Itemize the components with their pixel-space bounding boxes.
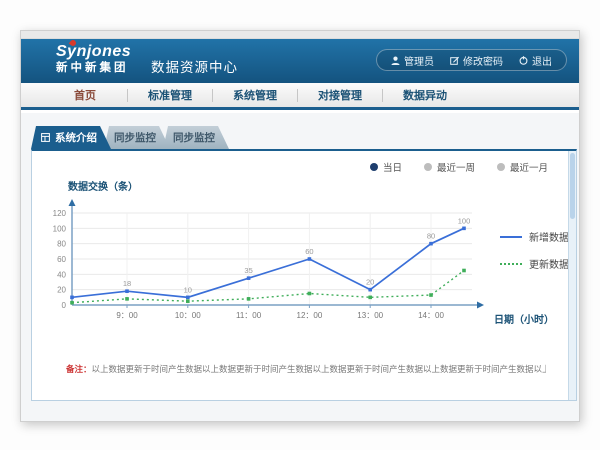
svg-text:10: 10 xyxy=(184,285,192,294)
legend-label: 更新数据 xyxy=(529,256,569,271)
legend-item-update-data: 更新数据 xyxy=(500,256,569,271)
svg-text:80: 80 xyxy=(427,232,435,241)
svg-text:60: 60 xyxy=(305,247,313,256)
desktop-background: Synjones 新中新集团 数据资源中心 管理员 修改密码 退出 xyxy=(0,0,600,450)
change-password-button[interactable]: 修改密码 xyxy=(450,53,503,68)
svg-text:35: 35 xyxy=(244,266,252,275)
svg-text:14：00: 14：00 xyxy=(418,311,444,320)
tab-sync-monitor-1[interactable]: 同步监控 xyxy=(104,126,170,149)
logout-label: 退出 xyxy=(532,53,552,68)
form-icon xyxy=(41,133,50,142)
edit-icon xyxy=(450,56,459,65)
legend-label: 新增数据 xyxy=(529,229,569,244)
nav-item-standard-mgmt[interactable]: 标准管理 xyxy=(128,87,212,103)
svg-text:13：00: 13：00 xyxy=(357,311,383,320)
app-window: Synjones 新中新集团 数据资源中心 管理员 修改密码 退出 xyxy=(20,30,580,422)
svg-text:40: 40 xyxy=(57,270,66,279)
svg-text:0: 0 xyxy=(62,301,67,310)
note-text: 以上数据更新于时间产生数据以上数据更新于时间产生数据以上数据更新于时间产生数据以… xyxy=(92,364,546,374)
brand-logo: Synjones 新中新集团 xyxy=(56,43,131,74)
nav-item-integration-mgmt[interactable]: 对接管理 xyxy=(298,87,382,103)
nav-item-system-mgmt[interactable]: 系统管理 xyxy=(213,87,297,103)
svg-text:10：00: 10：00 xyxy=(175,311,201,320)
tab-label: 系统介绍 xyxy=(55,130,97,145)
change-password-label: 修改密码 xyxy=(463,53,503,68)
svg-text:20: 20 xyxy=(57,286,66,295)
tab-label: 同步监控 xyxy=(114,130,156,145)
svg-text:80: 80 xyxy=(57,240,66,249)
radio-last-week[interactable]: 最近一周 xyxy=(424,160,475,174)
user-name-label: 管理员 xyxy=(404,53,434,68)
radio-last-month[interactable]: 最近一月 xyxy=(497,160,548,174)
legend-line-swatch xyxy=(500,236,522,238)
note-label: 备注： xyxy=(66,364,92,374)
main-nav: 首页 标准管理 系统管理 对接管理 数据异动 xyxy=(21,83,579,110)
current-user[interactable]: 管理员 xyxy=(391,53,434,68)
svg-text:100: 100 xyxy=(458,216,471,225)
radio-dot-icon xyxy=(370,163,378,171)
chart-legend: 新增数据 更新数据 xyxy=(500,229,569,271)
svg-text:18: 18 xyxy=(123,279,131,288)
user-menu: 管理员 修改密码 退出 xyxy=(376,49,567,71)
user-icon xyxy=(391,56,400,65)
power-icon xyxy=(519,56,528,65)
content-area: 系统介绍 同步监控 同步监控 当日 最近一周 xyxy=(21,113,579,421)
tab-label: 同步监控 xyxy=(173,130,215,145)
svg-text:60: 60 xyxy=(57,255,66,264)
line-chart: 0 20 40 60 80 100 120 9：00 10：00 11：00 12：00 13：00 1… xyxy=(38,195,488,327)
app-header: Synjones 新中新集团 数据资源中心 管理员 修改密码 退出 xyxy=(21,39,579,83)
radio-label: 最近一周 xyxy=(437,160,475,174)
legend-item-new-data: 新增数据 xyxy=(500,229,569,244)
radio-dot-icon xyxy=(424,163,432,171)
svg-text:9：00: 9：00 xyxy=(116,311,138,320)
tab-sync-monitor-2[interactable]: 同步监控 xyxy=(163,126,229,149)
nav-item-data-changes[interactable]: 数据异动 xyxy=(383,87,467,103)
logo-subtitle: 新中新集团 xyxy=(56,62,131,75)
footer-note: 备注：以上数据更新于时间产生数据以上数据更新于时间产生数据以上数据更新于时间产生… xyxy=(66,363,546,375)
scrollbar-thumb[interactable] xyxy=(570,153,575,219)
logo-text: Synjones xyxy=(56,43,131,60)
panel-scrollbar[interactable] xyxy=(568,151,576,400)
chart-panel: 当日 最近一周 最近一月 数据交换（条） 0 20 40 60 80 100 120 9：00… xyxy=(31,149,577,401)
svg-text:100: 100 xyxy=(53,224,67,233)
radio-today[interactable]: 当日 xyxy=(370,160,402,174)
y-axis-title: 数据交换（条） xyxy=(68,178,138,193)
legend-dotted-swatch xyxy=(500,263,522,265)
svg-text:120: 120 xyxy=(53,209,67,218)
x-axis-title: 日期（小时） xyxy=(494,311,554,326)
svg-text:11：00: 11：00 xyxy=(236,311,262,320)
nav-item-home[interactable]: 首页 xyxy=(43,87,127,103)
window-top-strip xyxy=(21,31,579,39)
svg-text:12：00: 12：00 xyxy=(297,311,323,320)
logout-button[interactable]: 退出 xyxy=(519,53,552,68)
tab-system-intro[interactable]: 系统介绍 xyxy=(31,126,111,149)
svg-text:20: 20 xyxy=(366,278,374,287)
page-title: 数据资源中心 xyxy=(151,56,238,76)
tab-bar: 系统介绍 同步监控 同步监控 xyxy=(31,126,222,149)
radio-label: 最近一月 xyxy=(510,160,548,174)
radio-label: 当日 xyxy=(383,160,402,174)
radio-dot-icon xyxy=(497,163,505,171)
time-range-filter: 当日 最近一周 最近一月 xyxy=(370,160,548,174)
